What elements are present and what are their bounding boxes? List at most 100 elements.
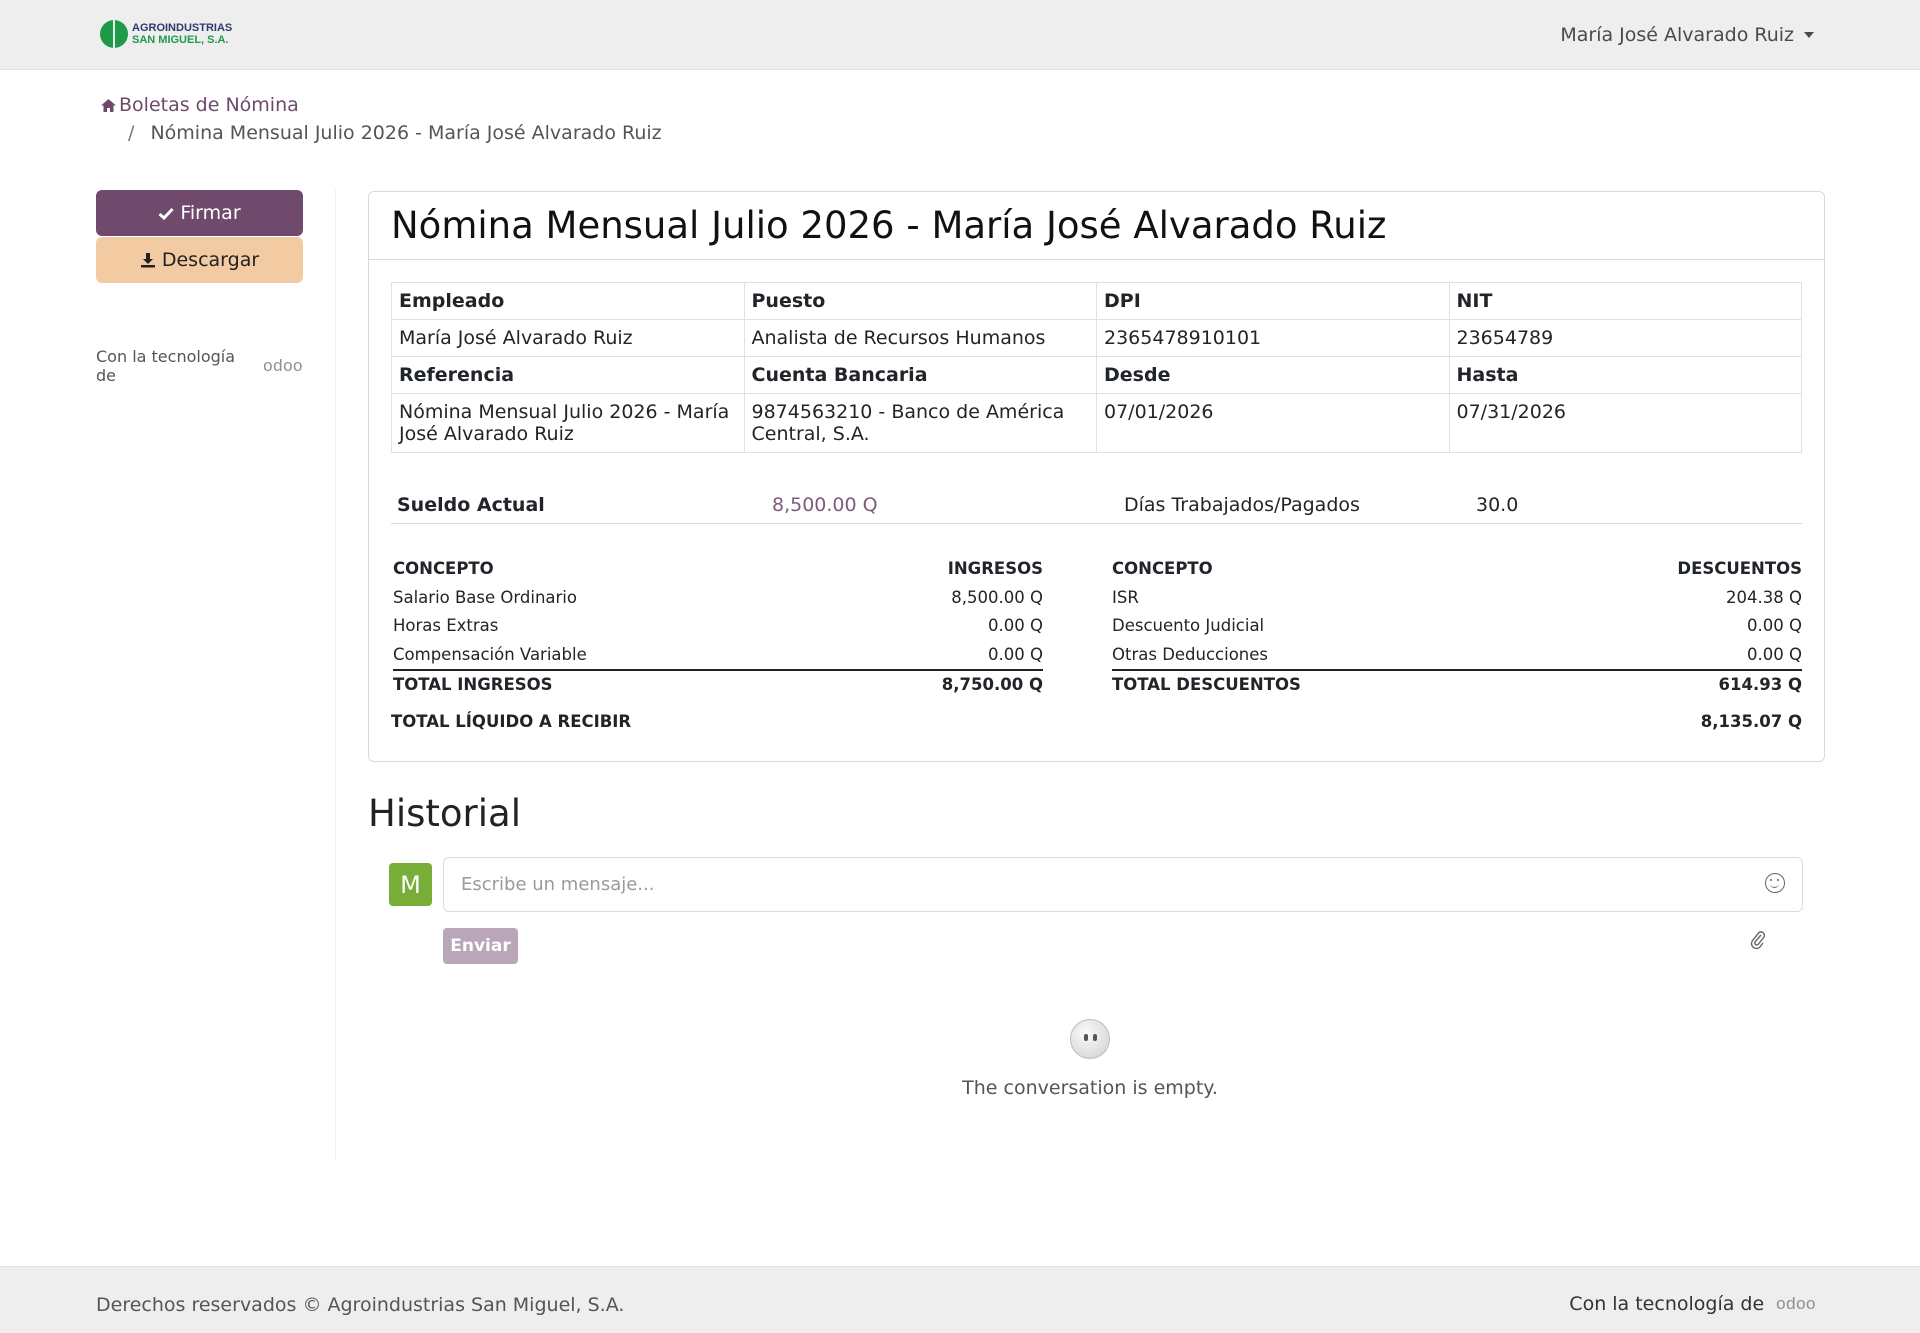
deductions-total-label: TOTAL DESCUENTOS bbox=[1112, 675, 1301, 694]
income-concept: Compensación Variable bbox=[393, 644, 587, 664]
avatar: M bbox=[389, 863, 432, 906]
salary-value: 8,500.00 Q bbox=[772, 494, 878, 516]
deductions-concept-header: CONCEPTO bbox=[1112, 559, 1213, 578]
income-header-row: CONCEPTO INGRESOS bbox=[393, 555, 1043, 584]
payslip-title: Nómina Mensual Julio 2026 - María José A… bbox=[369, 192, 1824, 260]
date-from: 07/01/2026 bbox=[1096, 393, 1450, 453]
sidebar-divider bbox=[335, 190, 336, 1160]
powered-by-text: Con la tecnología de bbox=[1569, 1293, 1765, 1315]
powered-by-sidebar[interactable]: Con la tecnología de odoo bbox=[96, 347, 303, 385]
copyright-text: Derechos reservados © Agroindustrias San… bbox=[96, 1294, 625, 1316]
net-pay-value: 8,135.07 Q bbox=[1700, 712, 1802, 731]
salary-row: Sueldo Actual 8,500.00 Q Días Trabajados… bbox=[391, 488, 1802, 524]
payslip-card: Nómina Mensual Julio 2026 - María José A… bbox=[368, 191, 1825, 762]
employee-nit: 23654789 bbox=[1448, 319, 1802, 357]
deduction-row: ISR 204.38 Q bbox=[1112, 584, 1802, 613]
deduction-amount: 0.00 Q bbox=[1747, 616, 1802, 635]
info-header-row: Empleado Puesto DPI NIT bbox=[391, 282, 1802, 320]
header-nit: NIT bbox=[1448, 282, 1802, 320]
deductions-amount-header: DESCUENTOS bbox=[1677, 559, 1802, 578]
info-value-row: Nómina Mensual Julio 2026 - María José A… bbox=[391, 393, 1802, 453]
date-to: 07/31/2026 bbox=[1448, 393, 1802, 453]
employee-dpi: 2365478910101 bbox=[1096, 319, 1450, 357]
days-worked-value: 30.0 bbox=[1476, 494, 1519, 516]
salary-label: Sueldo Actual bbox=[397, 494, 545, 516]
header-employee: Empleado bbox=[391, 282, 745, 320]
deduction-amount: 204.38 Q bbox=[1726, 587, 1802, 607]
odoo-logo: odoo bbox=[1776, 1294, 1816, 1313]
header-bank-account: Cuenta Bancaria bbox=[743, 356, 1097, 394]
income-total-label: TOTAL INGRESOS bbox=[393, 675, 553, 694]
employee-position: Analista de Recursos Humanos bbox=[743, 319, 1097, 357]
download-button-label: Descargar bbox=[161, 249, 260, 271]
deductions-table: CONCEPTO DESCUENTOS ISR 204.38 Q Descuen… bbox=[1112, 555, 1802, 698]
breadcrumb-home-label: Boletas de Nómina bbox=[119, 94, 299, 116]
income-total-row: TOTAL INGRESOS 8,750.00 Q bbox=[393, 669, 1043, 698]
header-from: Desde bbox=[1096, 356, 1450, 394]
sidebar: Firmar Descargar Con la tecnología de od… bbox=[96, 190, 303, 385]
income-row: Compensación Variable 0.00 Q bbox=[393, 641, 1043, 670]
home-icon bbox=[101, 98, 116, 112]
paperclip-icon[interactable] bbox=[1750, 930, 1766, 954]
income-total-value: 8,750.00 Q bbox=[941, 675, 1043, 694]
deductions-header-row: CONCEPTO DESCUENTOS bbox=[1112, 555, 1802, 584]
deduction-concept: Descuento Judicial bbox=[1112, 616, 1265, 635]
sign-button[interactable]: Firmar bbox=[96, 190, 303, 236]
empty-conversation-icon bbox=[1070, 1019, 1110, 1059]
breadcrumb-home-link[interactable]: Boletas de Nómina bbox=[100, 94, 299, 116]
income-row: Horas Extras 0.00 Q bbox=[393, 612, 1043, 641]
income-amount: 0.00 Q bbox=[988, 616, 1043, 635]
income-amount: 8,500.00 Q bbox=[951, 587, 1043, 607]
odoo-logo: odoo bbox=[263, 356, 303, 375]
sign-button-label: Firmar bbox=[180, 202, 241, 224]
net-pay-label: TOTAL LÍQUIDO A RECIBIR bbox=[391, 712, 632, 731]
emoji-icon[interactable] bbox=[1765, 873, 1785, 893]
deductions-total-value: 614.93 Q bbox=[1718, 675, 1802, 694]
income-amount-header: INGRESOS bbox=[947, 559, 1043, 578]
employee-name: María José Alvarado Ruiz bbox=[391, 319, 745, 357]
deduction-concept: ISR bbox=[1112, 587, 1139, 607]
deduction-row: Otras Deducciones 0.00 Q bbox=[1112, 641, 1802, 670]
header-reference: Referencia bbox=[391, 356, 745, 394]
income-row: Salario Base Ordinario 8,500.00 Q bbox=[393, 584, 1043, 613]
user-name: María José Alvarado Ruiz bbox=[1560, 24, 1794, 46]
info-value-row: María José Alvarado Ruiz Analista de Rec… bbox=[391, 319, 1802, 357]
company-logo[interactable]: AGROINDUSTRIAS SAN MIGUEL, S.A. bbox=[100, 20, 232, 48]
income-concept: Salario Base Ordinario bbox=[393, 587, 577, 607]
header-position: Puesto bbox=[743, 282, 1097, 320]
deduction-amount: 0.00 Q bbox=[1747, 644, 1802, 664]
footer: Derechos reservados © Agroindustrias San… bbox=[0, 1266, 1920, 1333]
income-amount: 0.00 Q bbox=[988, 644, 1043, 664]
deduction-row: Descuento Judicial 0.00 Q bbox=[1112, 612, 1802, 641]
powered-by-footer[interactable]: Con la tecnología de odoo bbox=[1569, 1293, 1816, 1315]
download-icon bbox=[140, 253, 155, 268]
empty-conversation-text: The conversation is empty. bbox=[962, 1077, 1218, 1099]
breadcrumb-current: Nómina Mensual Julio 2026 - María José A… bbox=[150, 122, 662, 144]
employee-info-table: Empleado Puesto DPI NIT María José Alvar… bbox=[391, 282, 1802, 453]
info-header-row: Referencia Cuenta Bancaria Desde Hasta bbox=[391, 356, 1802, 394]
income-concept-header: CONCEPTO bbox=[393, 559, 494, 578]
send-button[interactable]: Enviar bbox=[443, 928, 518, 964]
days-worked-label: Días Trabajados/Pagados bbox=[1124, 494, 1360, 516]
message-input[interactable] bbox=[443, 857, 1803, 912]
income-concept: Horas Extras bbox=[393, 616, 499, 635]
logo-line-1: AGROINDUSTRIAS bbox=[132, 22, 233, 34]
income-table: CONCEPTO INGRESOS Salario Base Ordinario… bbox=[393, 555, 1043, 698]
download-button[interactable]: Descargar bbox=[96, 237, 303, 283]
breadcrumb-separator: / bbox=[128, 122, 135, 144]
history-title: Historial bbox=[368, 792, 521, 835]
header-dpi: DPI bbox=[1096, 282, 1450, 320]
logo-line-2: SAN MIGUEL, S.A. bbox=[132, 34, 229, 46]
payslip-reference: Nómina Mensual Julio 2026 - María José A… bbox=[391, 393, 745, 453]
top-navbar: AGROINDUSTRIAS SAN MIGUEL, S.A. María Jo… bbox=[0, 0, 1920, 70]
user-menu-dropdown[interactable]: María José Alvarado Ruiz bbox=[1560, 24, 1814, 46]
leaf-logo-icon bbox=[100, 20, 128, 48]
powered-by-text: Con la tecnología de bbox=[96, 347, 236, 385]
deduction-concept: Otras Deducciones bbox=[1112, 644, 1269, 664]
caret-down-icon bbox=[1804, 32, 1814, 38]
header-to: Hasta bbox=[1448, 356, 1802, 394]
bank-account: 9874563210 - Banco de América Central, S… bbox=[743, 393, 1097, 453]
deductions-total-row: TOTAL DESCUENTOS 614.93 Q bbox=[1112, 669, 1802, 698]
check-icon bbox=[158, 207, 174, 220]
breadcrumb: Boletas de Nómina / Nómina Mensual Julio… bbox=[100, 94, 662, 144]
